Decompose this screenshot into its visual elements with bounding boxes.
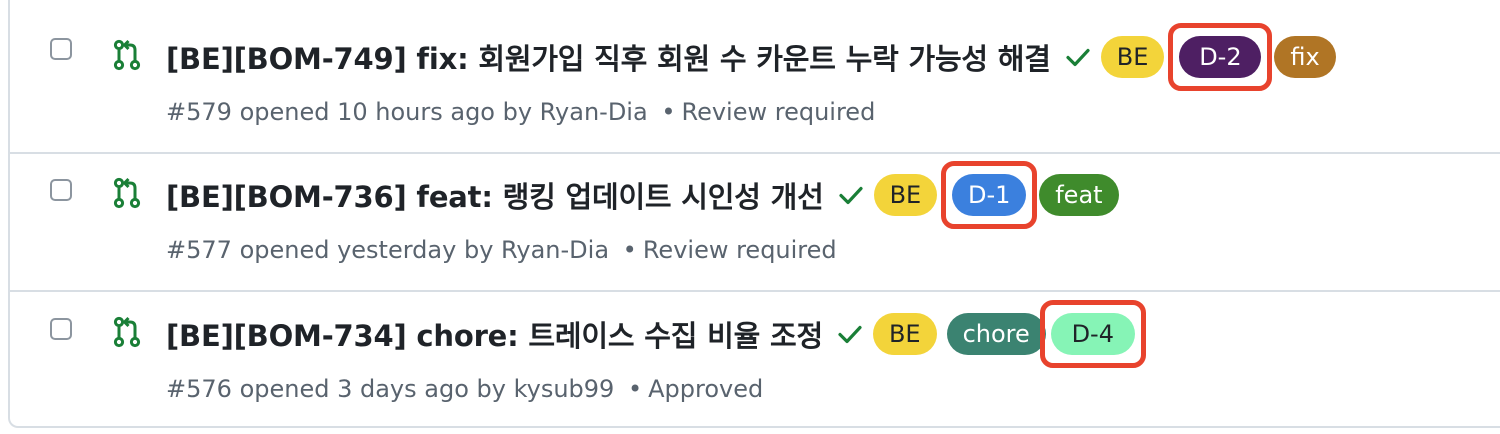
check-icon[interactable] <box>1063 42 1093 72</box>
highlight-box: D-1 <box>941 161 1038 229</box>
check-icon[interactable] <box>836 180 866 210</box>
pr-title-line: [BE][BOM-734] chore: 트레이스 수집 비율 조정 BE ch… <box>166 300 1146 368</box>
label-d-1[interactable]: D-1 <box>952 174 1027 216</box>
label-d-2[interactable]: D-2 <box>1179 36 1262 78</box>
pr-opened-text: opened 10 hours ago by Ryan-Dia <box>239 98 648 126</box>
pull-request-list: [BE][BOM-749] fix: 회원가입 직후 회원 수 카운트 누락 가… <box>8 0 1500 428</box>
pr-title-link[interactable]: [BE][BOM-749] fix: 회원가입 직후 회원 수 카운트 누락 가… <box>166 36 1051 78</box>
label-chore[interactable]: chore <box>946 313 1046 355</box>
pr-select-checkbox[interactable] <box>50 179 72 201</box>
pr-select-checkbox[interactable] <box>50 38 72 60</box>
review-status-link[interactable]: Review required <box>643 236 837 264</box>
label-be[interactable]: BE <box>1100 36 1165 78</box>
pr-row: [BE][BOM-736] feat: 랭킹 업데이트 시인성 개선 BE D-… <box>10 152 1500 292</box>
git-pull-request-icon <box>113 177 141 209</box>
meta-separator: • <box>627 375 643 403</box>
pr-opened-text: opened 3 days ago by kysub99 <box>239 375 615 403</box>
label-be[interactable]: BE <box>873 174 938 216</box>
pr-row: [BE][BOM-734] chore: 트레이스 수집 비율 조정 BE ch… <box>10 290 1500 428</box>
meta-separator: • <box>622 236 637 264</box>
label-d-4[interactable]: D-4 <box>1050 313 1135 355</box>
pr-meta: #579 opened 10 hours ago by Ryan-Dia • Re… <box>166 98 875 126</box>
pr-meta: #576 opened 3 days ago by kysub99 • Appro… <box>166 375 763 403</box>
git-pull-request-icon <box>113 39 141 71</box>
git-pull-request-icon <box>113 316 141 348</box>
pr-title-link[interactable]: [BE][BOM-734] chore: 트레이스 수집 비율 조정 <box>166 313 823 355</box>
highlight-box: D-2 <box>1168 23 1273 91</box>
pr-title-line: [BE][BOM-736] feat: 랭킹 업데이트 시인성 개선 BE D-… <box>166 161 1119 229</box>
review-status-link[interactable]: Review required <box>681 98 875 126</box>
pr-number-link[interactable]: #577 <box>166 236 232 264</box>
pr-title-link[interactable]: [BE][BOM-736] feat: 랭킹 업데이트 시인성 개선 <box>166 174 824 216</box>
meta-separator: • <box>661 98 676 126</box>
pr-meta: #577 opened yesterday by Ryan-Dia • Revie… <box>166 236 837 264</box>
pr-select-checkbox[interactable] <box>50 318 72 340</box>
pr-number-link[interactable]: #576 <box>166 375 232 403</box>
pr-opened-text: opened yesterday by Ryan-Dia <box>239 236 610 264</box>
highlight-box: D-4 <box>1039 300 1146 368</box>
label-be[interactable]: BE <box>872 313 937 355</box>
review-status-link[interactable]: Approved <box>648 375 763 403</box>
pr-row: [BE][BOM-749] fix: 회원가입 직후 회원 수 카운트 누락 가… <box>10 0 1500 154</box>
check-icon[interactable] <box>835 319 865 349</box>
label-feat[interactable]: feat <box>1039 174 1119 216</box>
label-fix[interactable]: fix <box>1274 36 1336 78</box>
pr-number-link[interactable]: #579 <box>166 98 232 126</box>
pr-title-line: [BE][BOM-749] fix: 회원가입 직후 회원 수 카운트 누락 가… <box>166 23 1336 91</box>
